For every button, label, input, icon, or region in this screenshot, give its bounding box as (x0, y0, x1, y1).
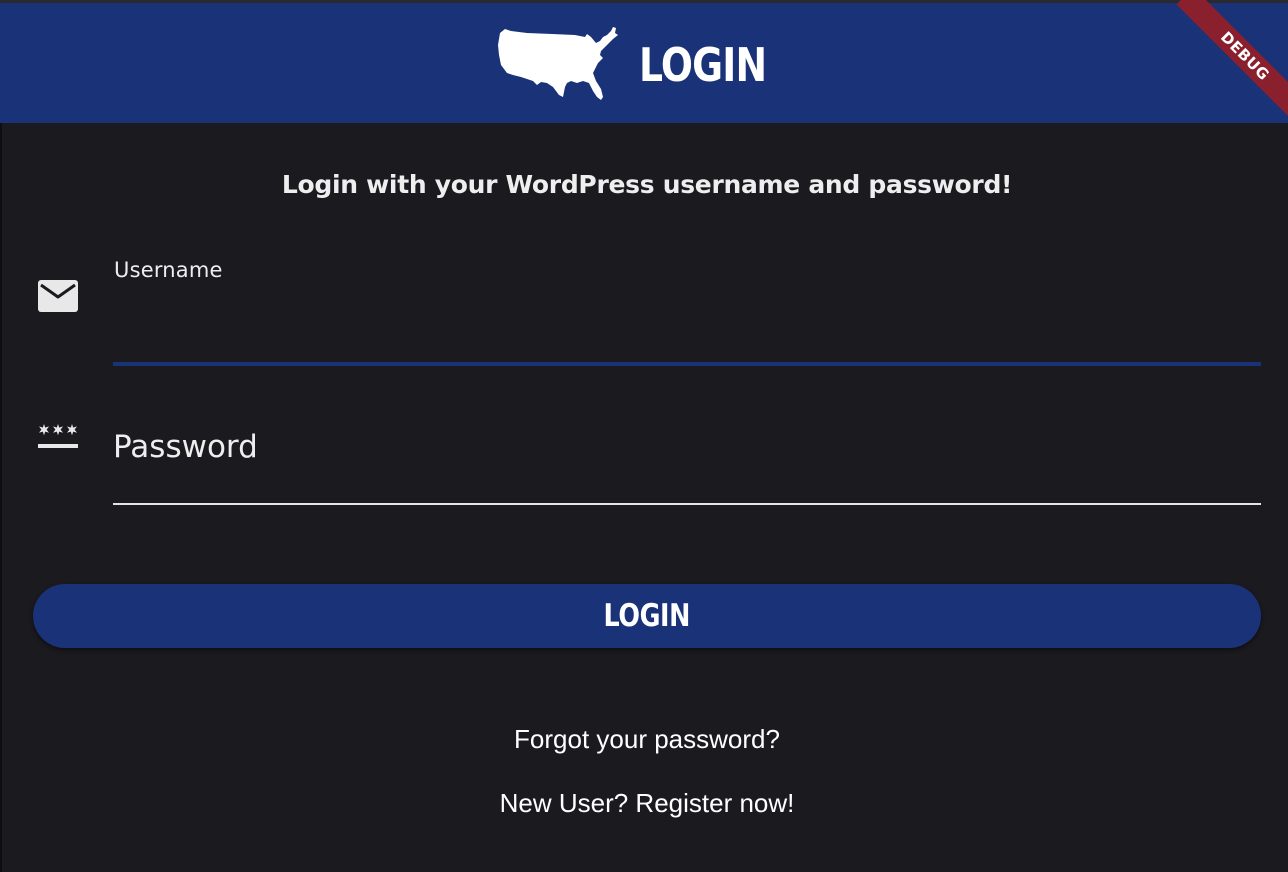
username-input[interactable] (113, 298, 1261, 358)
app-bar: LOGIN (0, 3, 1288, 123)
username-field: Username (113, 250, 1261, 366)
username-underline (113, 362, 1261, 366)
page-title: LOGIN (639, 38, 767, 92)
password-icon (38, 424, 78, 448)
password-field (113, 400, 1261, 506)
username-label: Username (114, 258, 223, 282)
login-button[interactable]: LOGIN (33, 584, 1261, 648)
password-underline (113, 503, 1261, 505)
login-instructions: Login with your WordPress username and p… (281, 170, 1013, 199)
window-left-edge (0, 123, 2, 872)
register-link[interactable]: New User? Register now! (0, 788, 1288, 819)
login-screen: LOGIN DEBUG Login with your WordPress us… (0, 0, 1288, 872)
login-button-label: LOGIN (603, 598, 691, 634)
app-bar-content: LOGIN (497, 25, 794, 101)
mail-icon (38, 280, 78, 312)
forgot-password-link[interactable]: Forgot your password? (0, 724, 1288, 755)
password-input[interactable] (113, 412, 1261, 482)
usa-map-icon (498, 27, 619, 100)
